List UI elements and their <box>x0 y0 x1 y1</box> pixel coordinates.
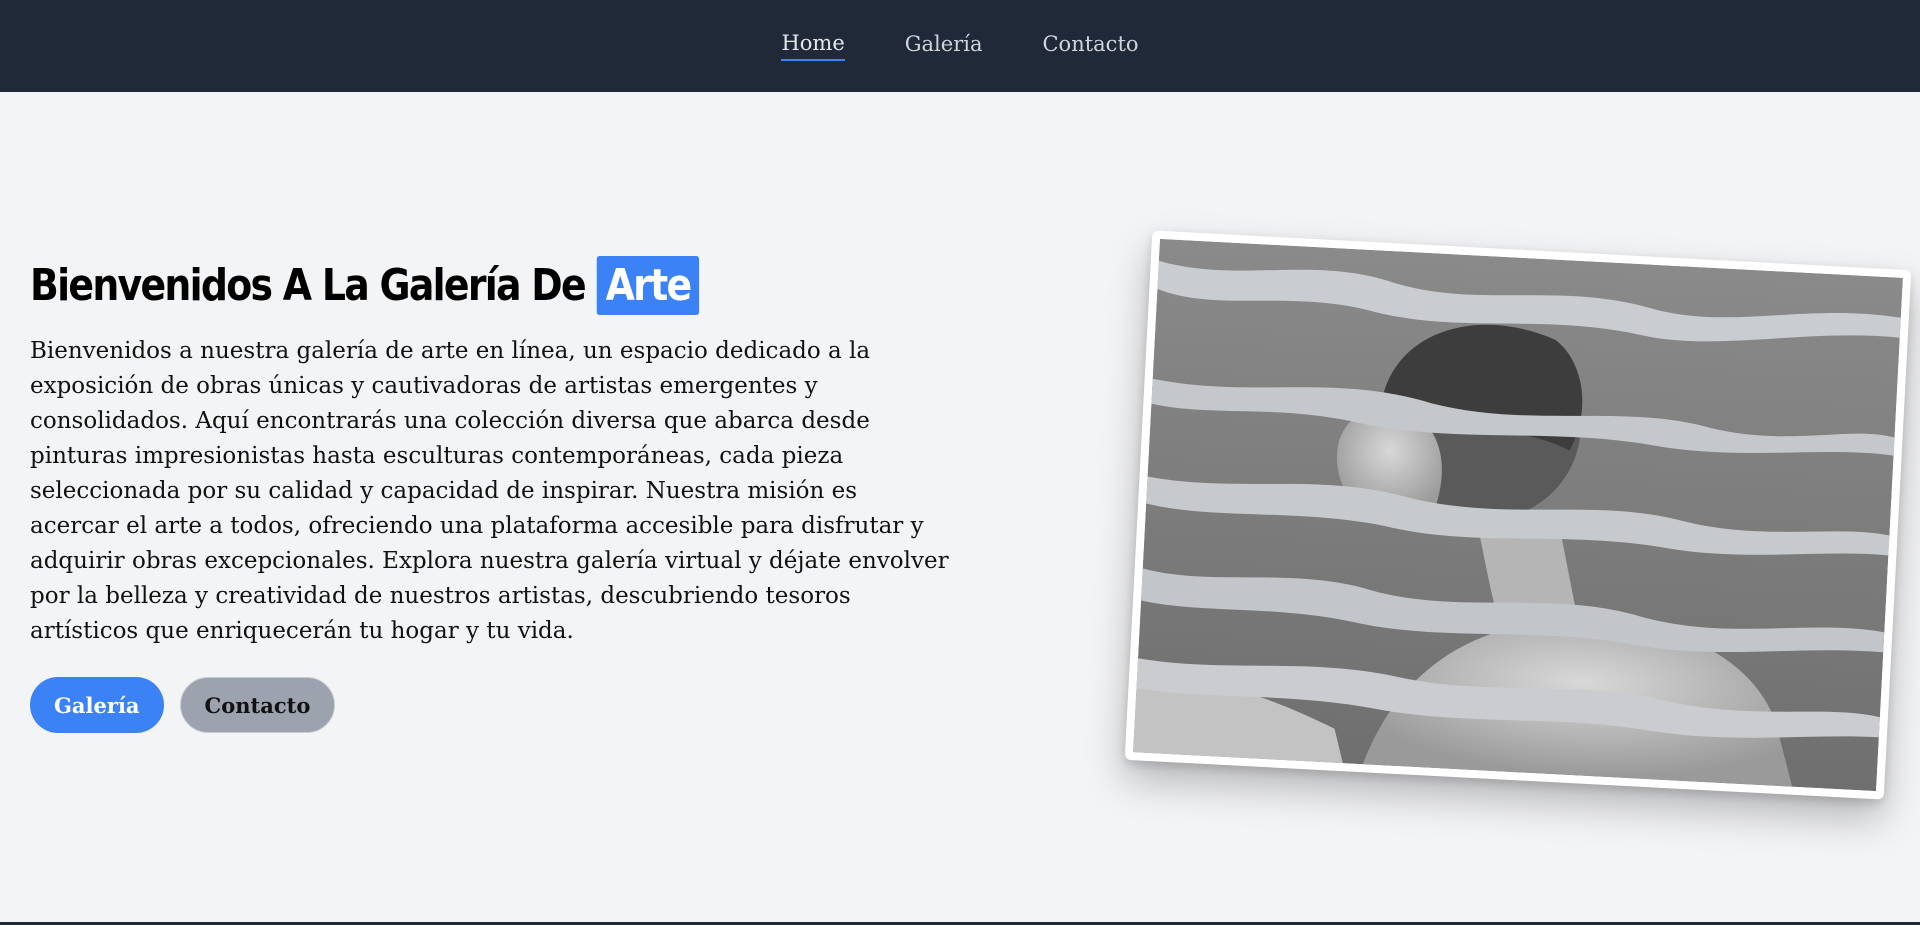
statue-collage-image <box>1133 238 1903 792</box>
contacto-button[interactable]: Contacto <box>179 677 336 733</box>
nav-contacto-link[interactable]: Contacto <box>1042 32 1138 60</box>
nav-galeria-link[interactable]: Galería <box>905 32 983 60</box>
hero-description: Bienvenidos a nuestra galería de arte en… <box>30 338 949 644</box>
hero-image-frame <box>1124 230 1912 800</box>
hero-buttons: Galería Contacto <box>30 677 950 733</box>
hero-section: Bienvenidos A La Galería De Arte Bienven… <box>30 250 950 733</box>
hero-title: Bienvenidos A La Galería De Arte <box>30 250 821 320</box>
nav-home-link[interactable]: Home <box>781 31 845 61</box>
galeria-button[interactable]: Galería <box>30 677 164 733</box>
hero-title-highlight: Arte <box>596 255 699 315</box>
hero-title-main: Bienvenidos A La Galería De <box>30 259 587 311</box>
top-navbar: Home Galería Contacto <box>0 0 1920 92</box>
